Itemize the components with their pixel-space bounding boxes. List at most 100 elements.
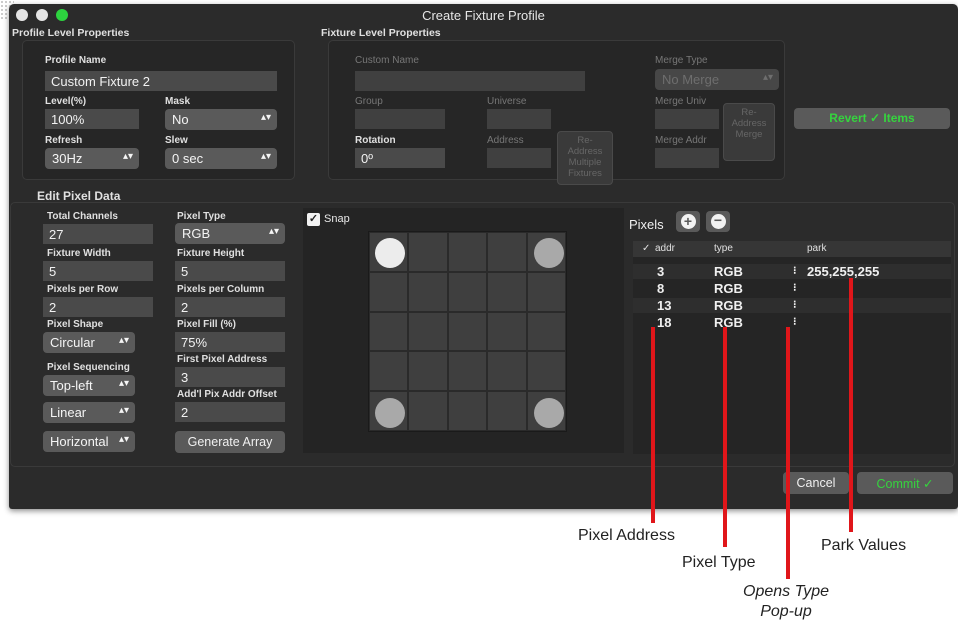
- pixel-type-annotation: Pixel Type: [682, 554, 756, 571]
- grid-cell[interactable]: [408, 232, 448, 272]
- universe-field[interactable]: [487, 109, 551, 129]
- profile-name-label: Profile Name: [45, 55, 107, 66]
- type-popup-arrow-icon[interactable]: ⁝: [793, 281, 797, 294]
- fixture-width-field[interactable]: 5: [43, 261, 153, 281]
- header-type[interactable]: type: [714, 243, 733, 254]
- grid-cell[interactable]: [447, 311, 488, 352]
- pixel-addr[interactable]: 3: [657, 264, 664, 279]
- readdress-multiple-button[interactable]: Re- Address Multiple Fixtures: [557, 131, 613, 185]
- header-addr[interactable]: addr: [655, 243, 675, 254]
- grid-cell[interactable]: [408, 391, 448, 431]
- grid-cell[interactable]: [408, 351, 448, 392]
- pixel-circle[interactable]: [375, 238, 405, 268]
- merge-type-select[interactable]: No Merge ▴▾: [655, 69, 779, 90]
- grid-cell[interactable]: [487, 271, 527, 312]
- slew-select[interactable]: 0 sec ▴▾: [165, 148, 277, 169]
- updown-arrow-icon: ▴▾: [260, 112, 271, 123]
- type-popup-arrow-icon[interactable]: ⁝: [793, 315, 797, 328]
- profile-group-title: Profile Level Properties: [12, 27, 130, 39]
- address-field[interactable]: [487, 148, 551, 168]
- direction-select[interactable]: Horizontal ▴▾: [43, 431, 135, 452]
- header-check[interactable]: ✓: [642, 243, 650, 254]
- pixel-park[interactable]: 255,255,255: [807, 264, 879, 279]
- pixels-per-column-field[interactable]: 2: [175, 297, 285, 317]
- readdress-merge-button[interactable]: Re- Address Merge: [723, 103, 775, 161]
- merge-type-value: No Merge: [662, 72, 720, 87]
- grid-cell[interactable]: [526, 271, 566, 312]
- table-row[interactable]: 18 RGB ⁝: [633, 315, 951, 330]
- grid-cell[interactable]: [369, 351, 409, 392]
- grid-cell[interactable]: [487, 232, 527, 272]
- pixel-addr[interactable]: 8: [657, 281, 664, 296]
- grid-cell[interactable]: [526, 351, 566, 392]
- type-popup-arrow-icon[interactable]: ⁝: [793, 264, 797, 277]
- linear-value: Linear: [50, 405, 87, 420]
- pixel-type[interactable]: RGB: [714, 264, 743, 279]
- plus-circle-icon: +: [680, 214, 696, 229]
- pixel-sequencing-select[interactable]: Top-left ▴▾: [43, 375, 135, 396]
- grid-cell[interactable]: [487, 391, 527, 431]
- pixel-fill-label: Pixel Fill (%): [177, 319, 236, 330]
- updown-arrow-icon: ▴▾: [268, 226, 279, 237]
- merge-addr-field[interactable]: [655, 148, 719, 168]
- pixel-grid-area[interactable]: ✓ Snap: [303, 208, 624, 453]
- level-field[interactable]: 100%: [45, 109, 139, 129]
- linear-select[interactable]: Linear ▴▾: [43, 402, 135, 423]
- pixel-fill-field[interactable]: 75%: [175, 332, 285, 352]
- direction-value: Horizontal: [50, 434, 109, 449]
- generate-array-button[interactable]: Generate Array: [175, 431, 285, 453]
- mask-value: No: [172, 112, 189, 127]
- pixel-addr[interactable]: 13: [657, 298, 671, 313]
- table-row[interactable]: 3 RGB ⁝ 255,255,255: [633, 264, 951, 279]
- grid-cell[interactable]: [447, 351, 488, 392]
- grid-cell[interactable]: [369, 271, 409, 312]
- table-row[interactable]: 8 RGB ⁝: [633, 281, 951, 296]
- type-popup-arrow-icon[interactable]: ⁝: [793, 298, 797, 311]
- fixture-height-field[interactable]: 5: [175, 261, 285, 281]
- pixel-circle[interactable]: [534, 238, 564, 268]
- mask-select[interactable]: No ▴▾: [165, 109, 277, 130]
- add-pixel-button[interactable]: +: [676, 211, 700, 232]
- first-pixel-address-field[interactable]: 3: [175, 367, 285, 387]
- grid-cell[interactable]: [408, 271, 448, 312]
- pixel-type[interactable]: RGB: [714, 298, 743, 313]
- pixel-sequencing-label: Pixel Sequencing: [47, 362, 130, 373]
- commit-button[interactable]: Commit ✓: [857, 472, 953, 494]
- pixel-type[interactable]: RGB: [714, 281, 743, 296]
- rotation-field[interactable]: 0º: [355, 148, 445, 168]
- cancel-button[interactable]: Cancel: [783, 472, 849, 494]
- grid-cell[interactable]: [487, 351, 527, 392]
- pixel-type-select[interactable]: RGB ▴▾: [175, 223, 285, 244]
- grid-cell[interactable]: [369, 311, 409, 352]
- pixel-addr[interactable]: 18: [657, 315, 671, 330]
- grid-cell[interactable]: [526, 311, 566, 352]
- fixture-width-label: Fixture Width: [47, 248, 111, 259]
- grid-cell[interactable]: [447, 232, 488, 272]
- pixel-type[interactable]: RGB: [714, 315, 743, 330]
- table-row[interactable]: 13 RGB ⁝: [633, 298, 951, 313]
- grid-cell[interactable]: [487, 311, 527, 352]
- revert-items-button[interactable]: Revert ✓ Items: [794, 108, 950, 129]
- grid-cell[interactable]: [408, 311, 448, 352]
- snap-checkbox[interactable]: ✓: [307, 213, 320, 226]
- pixel-shape-select[interactable]: Circular ▴▾: [43, 332, 135, 353]
- merge-univ-field[interactable]: [655, 109, 719, 129]
- refresh-select[interactable]: 30Hz ▴▾: [45, 148, 139, 169]
- pixels-title: Pixels: [629, 217, 664, 232]
- grid-cell[interactable]: [447, 391, 488, 431]
- pixels-per-row-label: Pixels per Row: [47, 284, 119, 295]
- pixel-circle[interactable]: [375, 398, 405, 428]
- header-park[interactable]: park: [807, 243, 826, 254]
- pixels-per-column-label: Pixels per Column: [177, 284, 265, 295]
- total-channels-field[interactable]: 27: [43, 224, 153, 244]
- grid-cell[interactable]: [447, 271, 488, 312]
- profile-name-field[interactable]: Custom Fixture 2: [45, 71, 277, 91]
- remove-pixel-button[interactable]: −: [706, 211, 730, 232]
- pixels-per-row-field[interactable]: 2: [43, 297, 153, 317]
- pixels-table-header: ✓ addr type park: [633, 241, 951, 257]
- custom-name-field[interactable]: [355, 71, 585, 91]
- readdress-line: Address: [567, 146, 603, 157]
- group-field[interactable]: [355, 109, 445, 129]
- pixel-circle[interactable]: [534, 398, 564, 428]
- addl-pix-offset-field[interactable]: 2: [175, 402, 285, 422]
